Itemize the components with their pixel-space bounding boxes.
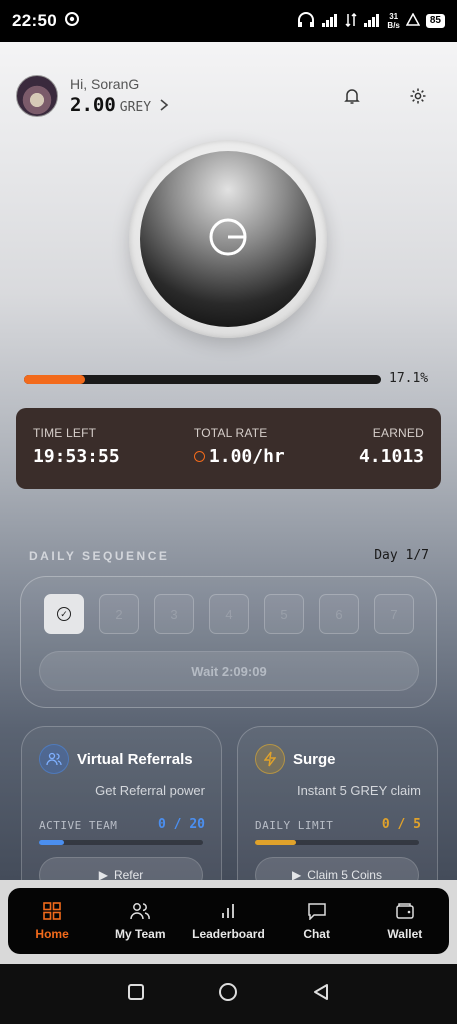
nav-home[interactable]: Home	[10, 901, 94, 941]
active-team-label: ACTIVE TEAM	[39, 819, 118, 832]
mining-progress-fill	[24, 375, 86, 384]
nav-my-team-label: My Team	[115, 927, 166, 941]
header: Hi, SoranG 2.00 GREY	[16, 74, 441, 118]
referrals-subtitle: Get Referral power	[95, 783, 205, 798]
surge-card: Surge Instant 5 GREY claim DAILY LIMIT 0…	[237, 726, 438, 880]
home-circle-icon[interactable]	[218, 982, 238, 1007]
daily-sequence-card: ✓ 2 3 4 5 6 7 Wait 2:09:09	[20, 576, 437, 708]
signal-icon-2	[363, 13, 381, 30]
bar-chart-icon	[218, 901, 238, 921]
play-icon: ▶	[292, 868, 302, 880]
daily-limit-value: 0 / 5	[381, 817, 421, 832]
referrals-title: Virtual Referrals	[77, 750, 193, 768]
mining-button[interactable]	[129, 140, 327, 338]
bell-icon[interactable]	[341, 85, 363, 107]
data-transfer-icon	[345, 12, 357, 30]
day-7: 7	[374, 594, 414, 634]
users-icon	[130, 901, 151, 921]
nav-leaderboard[interactable]: Leaderboard	[186, 901, 270, 941]
refer-button[interactable]: ▶ Refer	[39, 857, 203, 880]
home-screen: Hi, SoranG 2.00 GREY 17.1% TIME LEFT 19:…	[0, 42, 457, 880]
active-team-value: 0 / 20	[158, 817, 205, 832]
refer-button-label: Refer	[113, 868, 144, 880]
nav-my-team[interactable]: My Team	[98, 901, 182, 941]
active-team-bar-fill	[39, 840, 64, 845]
balance-value: 2.00	[70, 94, 116, 116]
status-bar: 22:50 31 B/s 85	[0, 0, 457, 42]
signal-icon	[321, 13, 339, 30]
nav-wallet-label: Wallet	[387, 927, 423, 941]
avatar[interactable]	[16, 75, 58, 117]
nav-wallet[interactable]: Wallet	[363, 901, 447, 941]
daily-limit-label: DAILY LIMIT	[255, 819, 334, 832]
battery-indicator: 85	[425, 14, 445, 28]
surge-subtitle: Instant 5 GREY claim	[296, 783, 421, 798]
chrome-icon	[64, 11, 79, 31]
grid-icon	[42, 901, 62, 921]
time-left-label: TIME LEFT	[33, 426, 97, 440]
day-2: 2	[99, 594, 139, 634]
total-rate-label: TOTAL RATE	[193, 426, 268, 440]
claim-daily-button[interactable]: Wait 2:09:09	[39, 651, 419, 691]
earned-value: 4.1013	[358, 446, 424, 467]
status-time: 22:50	[12, 11, 57, 30]
wallet-icon	[395, 901, 415, 921]
claim-coins-button[interactable]: ▶ Claim 5 Coins	[255, 857, 419, 880]
daily-sequence-title: DAILY SEQUENCE	[29, 549, 170, 563]
day-1: ✓	[44, 594, 84, 634]
mining-stats-panel: TIME LEFT 19:53:55 TOTAL RATE 1.00/hr EA…	[16, 408, 441, 489]
alert-icon	[405, 12, 421, 29]
users-icon	[39, 744, 69, 774]
virtual-referrals-card: Virtual Referrals Get Referral power ACT…	[21, 726, 222, 880]
surge-title: Surge	[293, 750, 336, 768]
chat-icon	[307, 901, 327, 921]
gear-icon[interactable]	[407, 85, 429, 107]
mining-progress-label: 17.1%	[389, 371, 429, 386]
total-rate-value: 1.00/hr	[208, 446, 285, 467]
back-icon[interactable]	[312, 983, 330, 1006]
lightning-icon	[255, 744, 285, 774]
nav-leaderboard-label: Leaderboard	[192, 927, 265, 941]
nav-chat[interactable]: Chat	[275, 901, 359, 941]
day-list: ✓ 2 3 4 5 6 7	[44, 594, 414, 634]
net-speed: 31 B/s	[387, 12, 400, 30]
coin-icon	[193, 451, 205, 462]
nav-home-label: Home	[35, 927, 69, 941]
nav-chat-label: Chat	[303, 927, 330, 941]
greeting: Hi, SoranG	[70, 76, 140, 92]
balance-link[interactable]: Hi, SoranG 2.00 GREY	[70, 76, 169, 116]
day-6: 6	[319, 594, 359, 634]
time-left-value: 19:53:55	[33, 446, 120, 467]
mining-progress-bar	[24, 375, 381, 384]
daily-sequence-day: Day 1/7	[374, 548, 429, 563]
power-icon	[208, 217, 248, 262]
day-4: 4	[209, 594, 249, 634]
chevron-right-icon	[159, 98, 169, 116]
earned-label: EARNED	[372, 426, 424, 440]
daily-limit-bar-fill	[255, 840, 296, 845]
headphones-icon	[297, 11, 315, 31]
day-5: 5	[264, 594, 304, 634]
claim-button-label: Claim 5 Coins	[307, 868, 382, 880]
play-icon: ▶	[98, 868, 108, 880]
system-nav-bar	[0, 964, 457, 1024]
bottom-nav: Home My Team Leaderboard Chat Wallet	[8, 888, 449, 954]
balance-unit: GREY	[119, 100, 152, 115]
day-3: 3	[154, 594, 194, 634]
check-circle-icon: ✓	[57, 607, 71, 621]
daily-limit-bar	[255, 840, 419, 845]
active-team-bar	[39, 840, 203, 845]
recents-icon[interactable]	[127, 983, 145, 1006]
